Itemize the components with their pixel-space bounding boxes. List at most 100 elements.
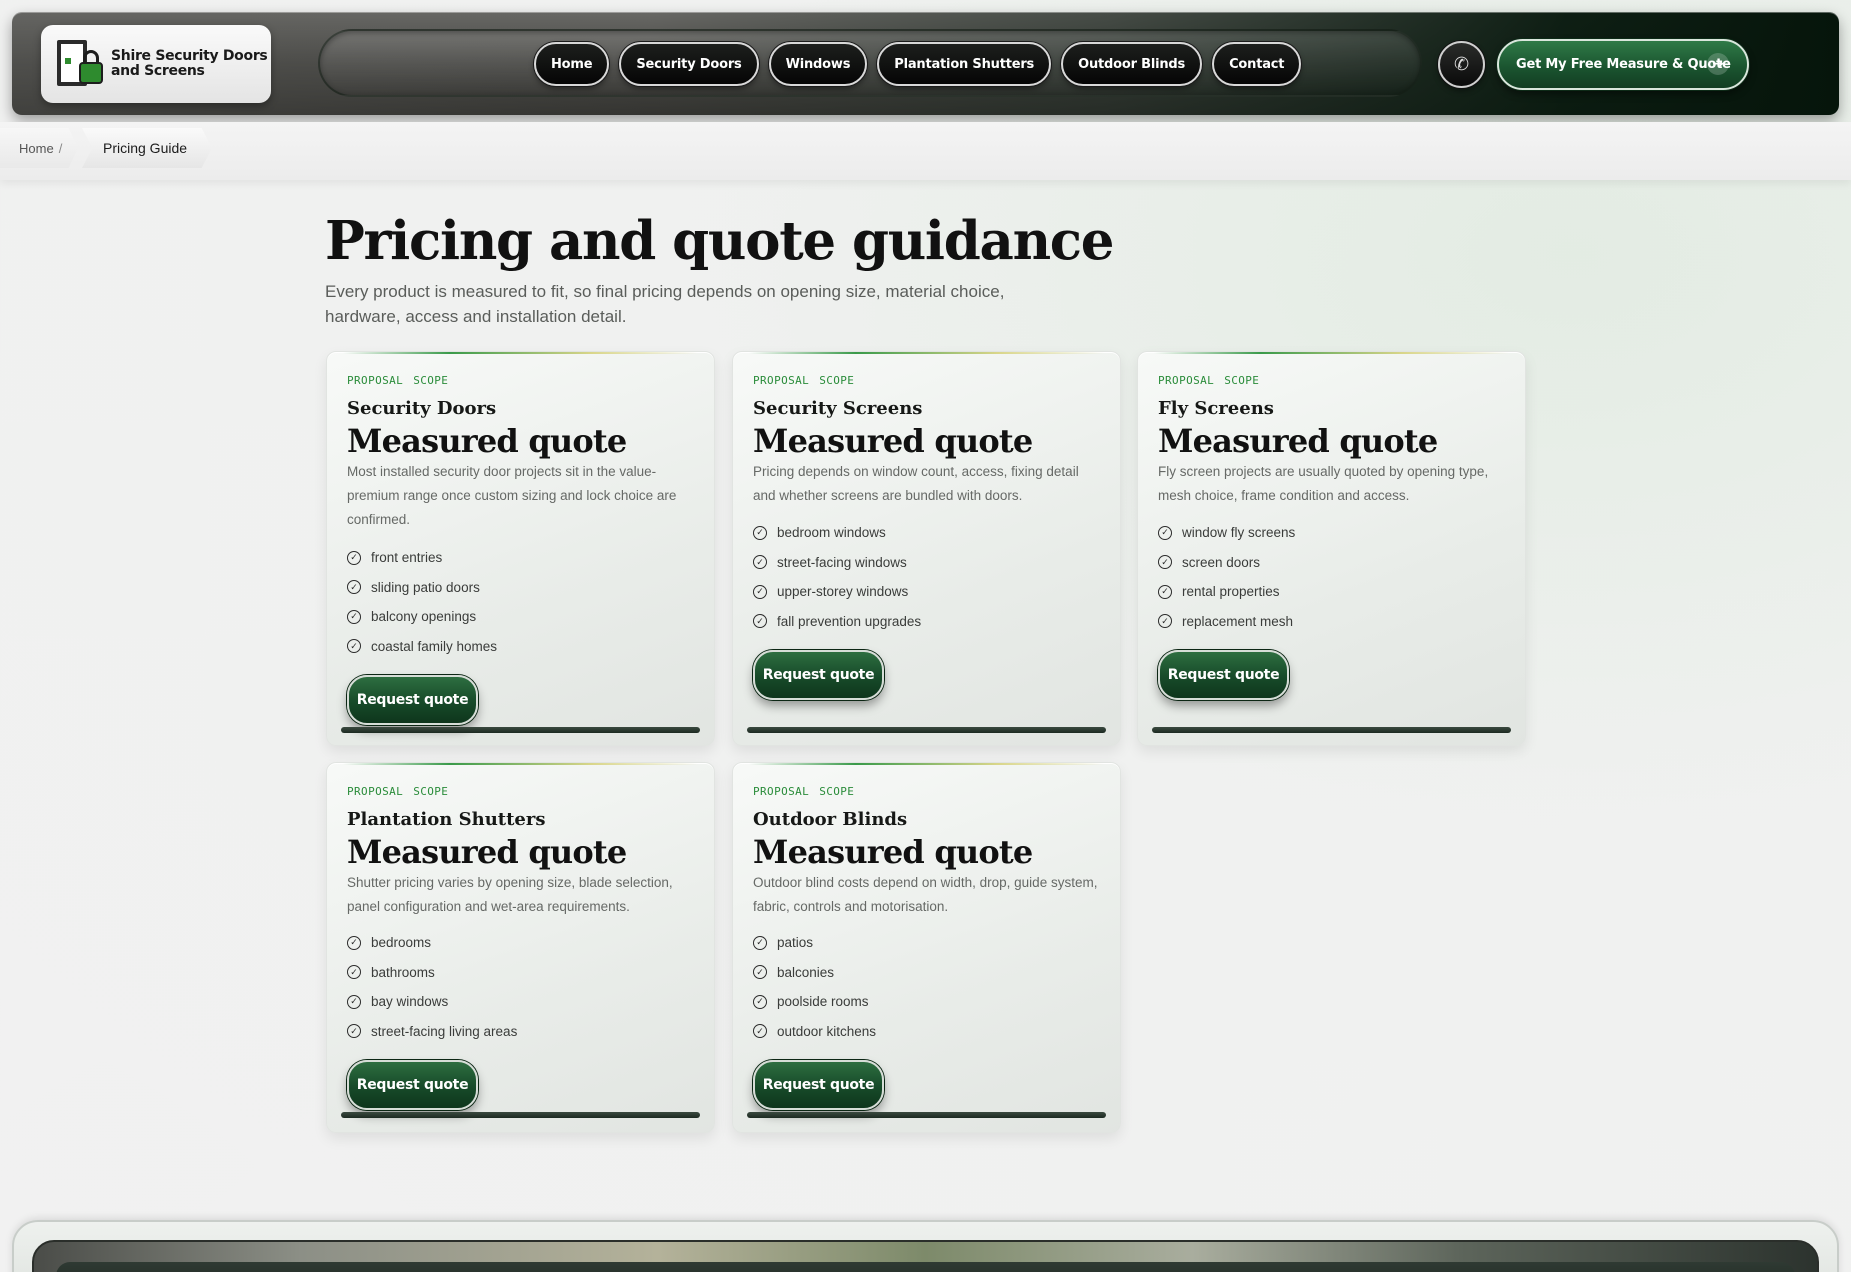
card-title: Plantation Shutters [347, 809, 546, 830]
check-circle-icon: ✓ [753, 555, 767, 570]
list-item-label: sliding patio doors [371, 579, 480, 595]
list-item: ✓ poolside rooms [753, 987, 876, 1017]
free-measure-quote-button[interactable]: Get My Free Measure & Quote ➔ [1497, 39, 1749, 90]
nav-plantation-shutters[interactable]: Plantation Shutters [877, 42, 1052, 86]
check-circle-icon: ✓ [1158, 584, 1172, 599]
check-circle-icon: ✓ [1158, 525, 1172, 540]
arrow-right-icon: ➔ [1707, 53, 1729, 75]
card-feature-list: ✓ front entries ✓ sliding patio doors ✓ bal… [347, 543, 497, 661]
list-item: ✓ coastal family homes [347, 632, 497, 662]
card-price: Measured quote [753, 422, 1033, 460]
nav-windows[interactable]: Windows [768, 42, 868, 86]
card-feature-list: ✓ bedrooms ✓ bathrooms ✓ bay windows ✓ stree… [347, 928, 517, 1046]
request-quote-button[interactable]: Request quote [1158, 650, 1289, 700]
list-item: ✓ fall prevention upgrades [753, 607, 921, 637]
check-circle-icon: ✓ [347, 965, 361, 980]
check-circle-icon: ✓ [347, 609, 361, 624]
card-feature-list: ✓ patios ✓ balconies ✓ poolside rooms ✓ outd… [753, 928, 876, 1046]
check-circle-icon: ✓ [347, 639, 361, 654]
check-circle-icon: ✓ [347, 994, 361, 1009]
card-title: Fly Screens [1158, 398, 1274, 419]
check-circle-icon: ✓ [753, 994, 767, 1009]
pricing-card-security-doors: PROPOSAL SCOPE Security Doors Measured q… [326, 351, 715, 746]
list-item-label: replacement mesh [1182, 613, 1294, 629]
nav-contact[interactable]: Contact [1212, 42, 1302, 86]
list-item-label: rental properties [1182, 584, 1280, 600]
card-bottom-bar [1152, 727, 1511, 733]
cta-label: Get My Free Measure & Quote [1516, 57, 1731, 72]
list-item-label: front entries [371, 550, 443, 566]
list-item: ✓ front entries [347, 543, 497, 573]
list-item-label: street-facing living areas [371, 1023, 518, 1039]
card-title: Security Screens [753, 398, 923, 419]
list-item: ✓ bedroom windows [753, 518, 921, 548]
list-item: ✓ rental properties [1158, 577, 1295, 607]
check-circle-icon: ✓ [1158, 614, 1172, 629]
card-bottom-bar [341, 727, 700, 733]
nav-security-doors[interactable]: Security Doors [619, 42, 759, 86]
pricing-card-fly-screens: PROPOSAL SCOPE Fly Screens Measured quot… [1137, 351, 1526, 746]
list-item-label: bedrooms [371, 935, 432, 951]
phone-button[interactable]: ✆ [1438, 41, 1485, 88]
card-tag: PROPOSAL SCOPE [753, 785, 855, 798]
list-item-label: fall prevention upgrades [777, 613, 922, 629]
brand-logo[interactable]: Shire Security Doors and Screens [41, 25, 271, 103]
card-feature-list: ✓ window fly screens ✓ screen doors ✓ renta… [1158, 518, 1295, 636]
breadcrumb: Home / Pricing Guide [0, 122, 1851, 180]
list-item-label: screen doors [1182, 554, 1261, 570]
card-description: Fly screen projects are usually quoted b… [1158, 464, 1489, 503]
card-bottom-bar [341, 1112, 700, 1118]
request-quote-button[interactable]: Request quote [753, 1060, 884, 1110]
request-quote-button[interactable]: Request quote [347, 675, 478, 725]
card-price: Measured quote [347, 422, 627, 460]
list-item: ✓ street-facing living areas [347, 1017, 517, 1047]
list-item-label: balconies [777, 964, 835, 980]
card-description: Pricing depends on window count, access,… [753, 464, 1079, 503]
check-circle-icon: ✓ [347, 550, 361, 565]
pricing-card-security-screens: PROPOSAL SCOPE Security Screens Measured… [732, 351, 1121, 746]
check-circle-icon: ✓ [347, 580, 361, 595]
check-circle-icon: ✓ [1158, 555, 1172, 570]
list-item-label: upper-storey windows [777, 584, 909, 600]
list-item: ✓ replacement mesh [1158, 607, 1295, 637]
check-circle-icon: ✓ [753, 935, 767, 950]
check-circle-icon: ✓ [753, 525, 767, 540]
request-quote-button[interactable]: Request quote [753, 650, 884, 700]
list-item: ✓ street-facing windows [753, 548, 921, 578]
breadcrumb-home[interactable]: Home / [0, 128, 78, 168]
list-item: ✓ bay windows [347, 987, 517, 1017]
list-item-label: poolside rooms [777, 994, 869, 1010]
list-item-label: coastal family homes [371, 638, 498, 654]
brand-name: Shire Security Doors and Screens [111, 49, 268, 79]
card-title: Outdoor Blinds [753, 809, 908, 830]
check-circle-icon: ✓ [753, 1024, 767, 1039]
list-item: ✓ balcony openings [347, 602, 497, 632]
card-tag: PROPOSAL SCOPE [1158, 374, 1260, 387]
list-item-label: street-facing windows [777, 554, 907, 570]
list-item: ✓ upper-storey windows [753, 577, 921, 607]
card-price: Measured quote [753, 833, 1033, 871]
breadcrumb-current: Pricing Guide [82, 128, 212, 168]
nav-home[interactable]: Home [534, 42, 610, 86]
list-item-label: bathrooms [371, 964, 435, 980]
card-price: Measured quote [1158, 422, 1438, 460]
list-item-label: outdoor kitchens [777, 1023, 877, 1039]
request-quote-button[interactable]: Request quote [347, 1060, 478, 1110]
list-item-label: balcony openings [371, 609, 477, 625]
card-bottom-bar [747, 727, 1106, 733]
card-bottom-bar [747, 1112, 1106, 1118]
check-circle-icon: ✓ [753, 614, 767, 629]
list-item-label: patios [777, 935, 814, 951]
card-tag: PROPOSAL SCOPE [347, 374, 449, 387]
list-item: ✓ sliding patio doors [347, 573, 497, 603]
page-subtitle: Every product is measured to fit, so fin… [325, 282, 1005, 326]
pricing-card-outdoor-blinds: PROPOSAL SCOPE Outdoor Blinds Measured q… [732, 762, 1121, 1133]
card-price: Measured quote [347, 833, 627, 871]
card-description: Outdoor blind costs depend on width, dro… [753, 875, 1098, 914]
card-description: Most installed security door projects si… [347, 464, 677, 527]
phone-icon: ✆ [1453, 54, 1470, 74]
brand-name-line2: and Screens [111, 63, 205, 79]
nav-outdoor-blinds[interactable]: Outdoor Blinds [1061, 42, 1203, 86]
list-item: ✓ screen doors [1158, 548, 1295, 578]
card-feature-list: ✓ bedroom windows ✓ street-facing windows … [753, 518, 921, 636]
